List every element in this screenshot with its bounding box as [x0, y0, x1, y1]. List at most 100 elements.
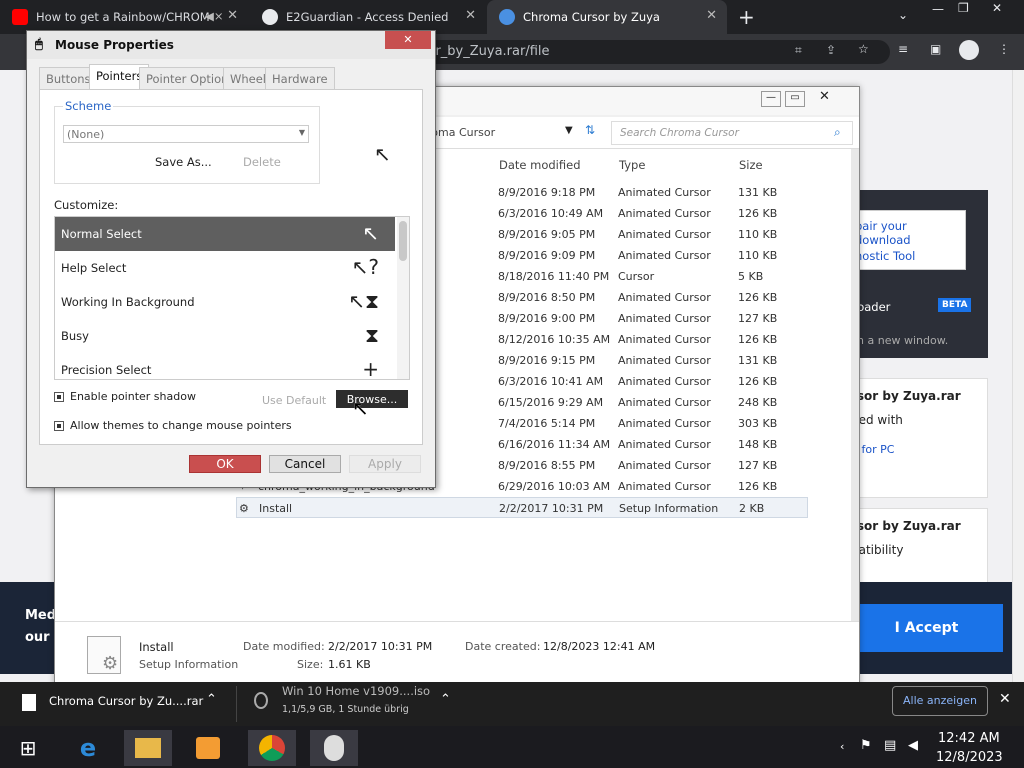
hourglass-icon: ⧗ — [364, 323, 379, 347]
action-center-icon[interactable]: ⚑ — [860, 738, 872, 753]
page-scrollbar[interactable] — [1012, 70, 1024, 682]
tab-search-icon[interactable]: ⌄ — [898, 8, 908, 22]
breadcrumb[interactable]: roma Cursor — [427, 126, 495, 139]
taskbar-mouse-settings[interactable] — [310, 730, 358, 766]
file-date: 8/9/2016 9:05 PM — [498, 228, 596, 241]
file-type: Animated Cursor — [618, 459, 711, 472]
close-window-icon[interactable]: ✕ — [992, 1, 1002, 15]
search-icon[interactable]: ⌕ — [834, 125, 841, 140]
taskbar-chrome[interactable] — [248, 730, 296, 766]
dialog-titlebar: 🖱 Mouse Properties — [27, 31, 435, 59]
repair-link[interactable]: pair your download — [855, 219, 965, 247]
file-icon: ⚙ — [87, 636, 121, 674]
download-item-name[interactable]: Win 10 Home v1909....iso — [282, 684, 430, 698]
close-tab-icon[interactable]: ✕ — [227, 8, 238, 23]
download-card: pair your download nostic Tool loader BE… — [850, 190, 988, 358]
diagnostic-link[interactable]: nostic Tool — [855, 249, 915, 263]
search-placeholder: Search Chroma Cursor — [620, 127, 739, 139]
file-size: 126 KB — [738, 375, 778, 388]
allow-themes-label: Allow themes to change mouse pointers — [70, 419, 292, 432]
cursor-item-busy[interactable]: Busy ⧗ — [55, 319, 395, 353]
refresh-icon[interactable]: ⇅ — [585, 123, 595, 137]
tab-hardware[interactable]: Hardware — [265, 67, 335, 89]
file-list-scrollbar[interactable] — [851, 149, 859, 621]
close-icon[interactable]: ✕ — [999, 691, 1011, 707]
media-control-icon[interactable]: ≡ — [898, 42, 908, 56]
pointer-shadow-checkbox[interactable] — [54, 392, 64, 402]
close-window-icon[interactable]: ✕ — [819, 89, 830, 104]
profile-avatar[interactable] — [959, 40, 979, 60]
close-tab-icon[interactable]: ✕ — [706, 8, 717, 23]
cancel-button[interactable]: Cancel — [269, 455, 341, 473]
cursor-item-label: Help Select — [61, 261, 127, 275]
tab-youtube[interactable]: How to get a Rainbow/CHROM ◀× ✕ — [0, 0, 248, 34]
file-date: 8/9/2016 9:18 PM — [498, 186, 596, 199]
scrollbar-thumb[interactable] — [399, 221, 407, 261]
maximize-icon[interactable]: ▭ — [785, 91, 805, 107]
browse-button[interactable]: Browse... — [336, 390, 408, 408]
close-tab-icon[interactable]: ✕ — [465, 8, 476, 23]
file-size: 126 KB — [738, 207, 778, 220]
new-window-text: in a new window. — [854, 334, 949, 347]
taskbar-media-player[interactable] — [184, 730, 232, 766]
download-item-name[interactable]: Chroma Cursor by Zu....rar — [49, 694, 203, 708]
speaker-muted-icon[interactable]: ◀× — [205, 9, 223, 23]
more-menu-icon[interactable]: ⋮ — [998, 42, 1010, 56]
clock-time[interactable]: 12:42 AM — [938, 731, 1000, 746]
column-date-modified[interactable]: Date modified — [499, 158, 581, 172]
use-default-button[interactable]: Use Default — [262, 394, 326, 407]
file-size: 126 KB — [738, 333, 778, 346]
cursor-item-precision-select[interactable]: Precision Select + — [55, 353, 395, 379]
chevron-up-icon[interactable]: ⌃ — [206, 692, 217, 707]
minimize-icon[interactable]: — — [761, 91, 781, 107]
show-all-button[interactable]: Alle anzeigen — [892, 686, 988, 716]
cursor-item-help-select[interactable]: Help Select ↖? — [55, 251, 395, 285]
show-hidden-icons[interactable]: ‹ — [840, 740, 844, 753]
cursor-list-scrollbar[interactable] — [397, 217, 409, 379]
translate-icon[interactable]: ⌗ — [795, 43, 802, 58]
network-icon[interactable]: ▤ — [884, 738, 896, 753]
file-date: 8/12/2016 10:35 AM — [498, 333, 611, 346]
media-player-icon — [196, 737, 220, 759]
column-type[interactable]: Type — [619, 158, 645, 172]
new-tab-button[interactable]: + — [738, 5, 755, 29]
delete-button[interactable]: Delete — [243, 155, 281, 169]
customize-label: Customize: — [54, 198, 119, 212]
chrome-icon — [259, 735, 285, 761]
dropdown-arrow-icon[interactable]: ▼ — [565, 125, 573, 136]
file-card-1: rsor by Zuya.rar ned with p for PC — [850, 378, 988, 498]
start-button[interactable]: ⊞ — [4, 730, 52, 766]
tab-e2guardian[interactable]: E2Guardian - Access Denied ✕ — [250, 0, 486, 34]
side-panel-icon[interactable]: ▣ — [930, 42, 941, 56]
cursor-list[interactable]: Normal Select ↖ Help Select ↖? Working I… — [54, 216, 410, 380]
file-size: 5 KB — [738, 270, 764, 283]
file-type: Animated Cursor — [618, 186, 711, 199]
file-date: 2/2/2017 10:31 PM — [499, 502, 604, 515]
scheme-label: Scheme — [63, 99, 114, 113]
allow-themes-checkbox[interactable] — [54, 421, 64, 431]
column-size[interactable]: Size — [739, 158, 763, 172]
apply-button[interactable]: Apply — [349, 455, 421, 473]
table-row[interactable]: ⚙ Install 2/2/2017 10:31 PM Setup Informati… — [236, 497, 808, 518]
restore-icon[interactable]: ❐ — [958, 1, 969, 15]
chevron-up-icon[interactable]: ⌃ — [440, 692, 451, 707]
cursor-item-normal-select[interactable]: Normal Select ↖ — [55, 217, 395, 251]
cursor-item-working-background[interactable]: Working In Background ↖⧗ — [55, 285, 395, 319]
share-icon[interactable]: ⇪ — [826, 43, 836, 57]
bookmark-star-icon[interactable]: ☆ — [858, 42, 869, 56]
scheme-select[interactable]: (None) ▼ — [63, 125, 309, 143]
volume-muted-icon[interactable]: ◀ — [908, 738, 918, 753]
taskbar-explorer[interactable] — [124, 730, 172, 766]
dialog-close-button[interactable]: ✕ — [385, 31, 431, 49]
taskbar-ie[interactable]: e — [64, 730, 112, 766]
file-type: Animated Cursor — [618, 375, 711, 388]
globe-icon — [262, 9, 278, 25]
accept-cookies-button[interactable]: I Accept — [850, 604, 1003, 652]
minimize-icon[interactable]: — — [932, 2, 944, 16]
ok-button[interactable]: OK — [189, 455, 261, 473]
search-box[interactable]: Search Chroma Cursor ⌕ — [611, 121, 853, 145]
detail-name: Install — [139, 640, 174, 654]
clock-date[interactable]: 12/8/2023 — [936, 750, 1003, 765]
save-as-button[interactable]: Save As... — [155, 155, 212, 169]
tab-chroma-cursor[interactable]: Chroma Cursor by Zuya ✕ — [487, 0, 727, 34]
